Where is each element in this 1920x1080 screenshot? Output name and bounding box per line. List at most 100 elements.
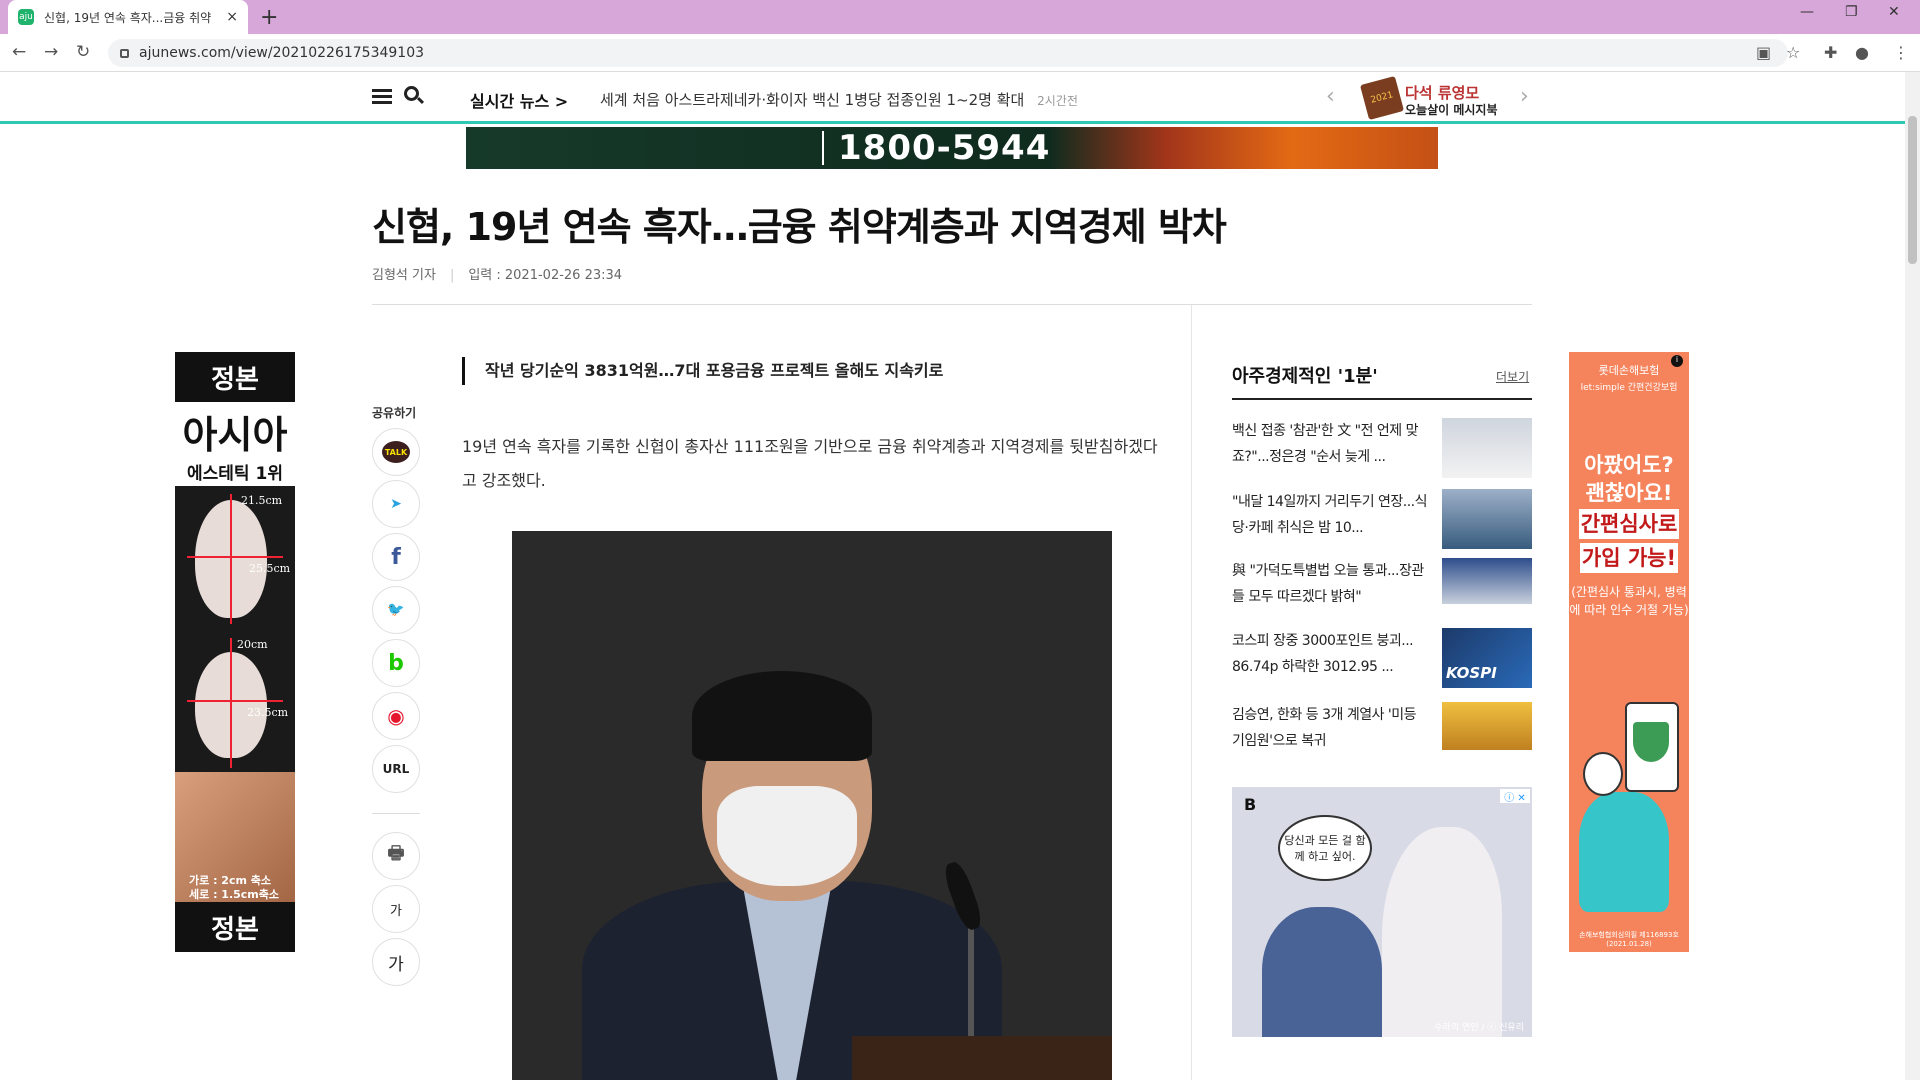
twitter-share-button[interactable]: 🐦 (372, 586, 420, 634)
share-label: 공유하기 (372, 406, 417, 420)
minimize-icon[interactable]: — (1800, 4, 1814, 20)
realtime-news-label[interactable]: 실시간 뉴스 > (470, 88, 568, 112)
bookmark-star-icon[interactable]: ☆ (1786, 43, 1800, 62)
reporter-name[interactable]: 김형석 기자 (372, 268, 436, 283)
ear-closeup-image: 가로 : 2cm 축소 세로 : 1.5cm축소 (175, 772, 295, 902)
back-icon[interactable]: ← (12, 42, 26, 62)
page-scrollbar[interactable] (1905, 72, 1920, 1080)
forward-icon[interactable]: → (44, 42, 58, 62)
book-promo-subtitle[interactable]: 오늘살이 메시지북 (1405, 101, 1498, 118)
chevron-right-icon[interactable]: › (1520, 84, 1529, 109)
speech-bubble: 당신과 모든 걸 함께 하고 싶어. (1278, 815, 1372, 881)
facebook-share-button[interactable]: f (372, 533, 420, 581)
realtime-headline-text[interactable]: 세계 처음 아스트라제네카·화이자 백신 1병당 접종인원 1~2명 확대 (600, 91, 1024, 109)
sidebar-title-rule (1232, 398, 1532, 400)
new-tab-button[interactable]: + (260, 5, 278, 30)
sidebar-news-item[interactable]: 與 "가덕도특별법 오늘 통과...장관들 모두 따르겠다 밝혀" (1232, 558, 1532, 605)
left-ad-headline-box: 아시아 에스테틱 1위 (175, 402, 295, 486)
sky-ad-legal: 손해보험협회심의필 제116893호(2021.01.28) (1579, 931, 1679, 948)
sky-ad-brand-sub: let:simple 간편건강보험 (1580, 383, 1678, 393)
hamburger-menu-icon[interactable] (372, 89, 392, 105)
address-bar[interactable]: ajunews.com/view/20210226175349103 (108, 39, 1788, 67)
sidebar-more-link[interactable]: 더보기 (1496, 368, 1529, 385)
site-favicon-icon: aju (18, 9, 34, 25)
weibo-icon: ◉ (387, 704, 405, 728)
url-label: URL (382, 762, 410, 776)
left-ad-note: 세로 : 1.5cm축소 (189, 888, 280, 901)
sidebar-news-item[interactable]: "내달 14일까지 거리두기 연장...식당·카페 취식은 밤 10... (1232, 489, 1532, 549)
chevron-left-icon[interactable]: ‹ (1326, 84, 1335, 109)
telegram-icon: ➤ (390, 496, 402, 512)
before-face-image: 21.5cm 25.5cm (175, 486, 295, 632)
article-subheading: 작년 당기순익 3831억원…7대 포용금융 프로젝트 올해도 지속키로 (462, 357, 943, 385)
left-ad-logo: 정본 (211, 364, 259, 395)
url-text: ajunews.com/view/20210226175349103 (139, 45, 425, 61)
kakaotalk-share-button[interactable]: TALK (372, 428, 420, 476)
scrollbar-thumb[interactable] (1908, 116, 1917, 264)
band-share-button[interactable]: b (372, 639, 420, 687)
reload-icon[interactable]: ↻ (76, 42, 90, 62)
sidebar-news-text[interactable]: 백신 접종 '참관'한 文 "전 언제 맞죠?"...정은경 "순서 늦게 ..… (1232, 418, 1428, 470)
top-banner-ad[interactable]: 1800-5944 (466, 127, 1438, 169)
profile-icon[interactable]: ● (1855, 43, 1869, 62)
share-divider (372, 813, 420, 814)
cast-icon[interactable]: ▣ (1756, 43, 1771, 62)
telegram-share-button[interactable]: ➤ (372, 480, 420, 528)
tab-title: 신협, 19년 연속 흑자...금융 취약 (44, 10, 212, 25)
window-close-icon[interactable]: ✕ (1888, 4, 1900, 20)
ad-info-icon[interactable]: i (1671, 355, 1683, 367)
left-ad-headline: 아시아 (182, 413, 288, 457)
webtoon-ad[interactable]: B ⓘ ✕ 당신과 모든 걸 함께 하고 싶어. 수라의 연인 / ⓒ 신유리 (1232, 787, 1532, 1037)
banner-phone-number: 1800-5944 (838, 128, 1051, 168)
webtoon-ad-caption: 수라의 연인 / ⓒ 신유리 (1434, 1023, 1524, 1033)
search-icon[interactable] (404, 86, 425, 106)
copy-url-button[interactable]: URL (372, 745, 420, 793)
article-meta: 김형석 기자 | 입력 : 2021-02-26 23:34 (372, 268, 623, 283)
extensions-icon[interactable]: ✚ (1824, 43, 1837, 62)
sidebar-news-thumbnail[interactable] (1442, 418, 1532, 478)
sidebar-news-text[interactable]: 코스피 장중 3000포인트 붕괴... 86.74p 하락한 3012.95 … (1232, 628, 1428, 680)
font-increase-button[interactable]: 가 (372, 938, 420, 986)
sidebar-news-item[interactable]: 코스피 장중 3000포인트 붕괴... 86.74p 하락한 3012.95 … (1232, 628, 1532, 688)
realtime-time: 2시간전 (1037, 94, 1078, 108)
sidebar-news-thumbnail[interactable] (1442, 489, 1532, 549)
print-button[interactable]: 🖶 (372, 832, 420, 880)
realtime-news-headline[interactable]: 세계 처음 아스트라제네카·화이자 백신 1병당 접종인원 1~2명 확대 2시… (600, 89, 1078, 110)
weibo-share-button[interactable]: ◉ (372, 692, 420, 740)
close-tab-icon[interactable]: × (226, 9, 238, 25)
sky-ad-illustration (1575, 682, 1683, 922)
right-skyscraper-ad[interactable]: i 롯데손해보험 let:simple 간편건강보험 아팠어도? 괜찮아요! 간… (1569, 352, 1689, 952)
browser-tab[interactable]: aju 신협, 19년 연속 흑자...금융 취약 × (8, 0, 248, 34)
sky-ad-brand: 롯데손해보험 (1598, 364, 1660, 377)
left-ad-subline: 에스테틱 1위 (187, 464, 283, 484)
webtoon-character (1262, 907, 1382, 1037)
sidebar-news-text[interactable]: 김승연, 한화 등 3개 계열사 '미등기임원'으로 복귀 (1232, 702, 1428, 754)
measure-label: 21.5cm (241, 494, 283, 507)
webtoon-ad-logo: B (1244, 795, 1257, 814)
left-skyscraper-ad[interactable]: 정본 아시아 에스테틱 1위 21.5cm 25.5cm 20cm 23.5cm… (175, 352, 295, 952)
maximize-icon[interactable]: ❐ (1845, 4, 1858, 20)
font-decrease-button[interactable]: 가 (372, 885, 420, 933)
browser-tab-strip: aju 신협, 19년 연속 흑자...금융 취약 × + — ❐ ✕ (0, 0, 1920, 34)
sidebar-news-thumbnail[interactable]: KOSPI (1442, 628, 1532, 688)
menu-kebab-icon[interactable]: ⋮ (1893, 43, 1909, 62)
font-small-label: 가 (390, 903, 402, 919)
book-promo-image[interactable]: 2021 (1359, 75, 1405, 121)
sidebar-news-text[interactable]: 與 "가덕도특별법 오늘 통과...장관들 모두 따르겠다 밝혀" (1232, 558, 1428, 610)
webtoon-character (1382, 827, 1502, 1037)
sky-ad-question: 아팠어도? (1584, 453, 1674, 477)
sidebar-news-item[interactable]: 백신 접종 '참관'한 文 "전 언제 맞죠?"...정은경 "순서 늦게 ..… (1232, 418, 1532, 478)
sidebar-news-text[interactable]: "내달 14일까지 거리두기 연장...식당·카페 취식은 밤 10... (1232, 489, 1428, 541)
print-icon: 🖶 (387, 843, 405, 864)
twitter-icon: 🐦 (387, 602, 405, 618)
sky-ad-answer: 괜찮아요! (1585, 481, 1673, 505)
facebook-icon: f (391, 544, 401, 570)
sidebar-news-thumbnail[interactable] (1442, 558, 1532, 604)
sidebar-news-thumbnail[interactable] (1442, 702, 1532, 750)
column-divider (1191, 305, 1192, 1080)
sky-ad-highlight: 간편심사로 (1578, 509, 1680, 539)
book-promo-title[interactable]: 다석 류영모 (1405, 82, 1479, 103)
adchoices-icon[interactable]: ⓘ ✕ (1500, 789, 1530, 804)
after-face-image: 20cm 23.5cm (175, 630, 295, 776)
sidebar-news-item[interactable]: 김승연, 한화 등 3개 계열사 '미등기임원'으로 복귀 (1232, 702, 1532, 750)
